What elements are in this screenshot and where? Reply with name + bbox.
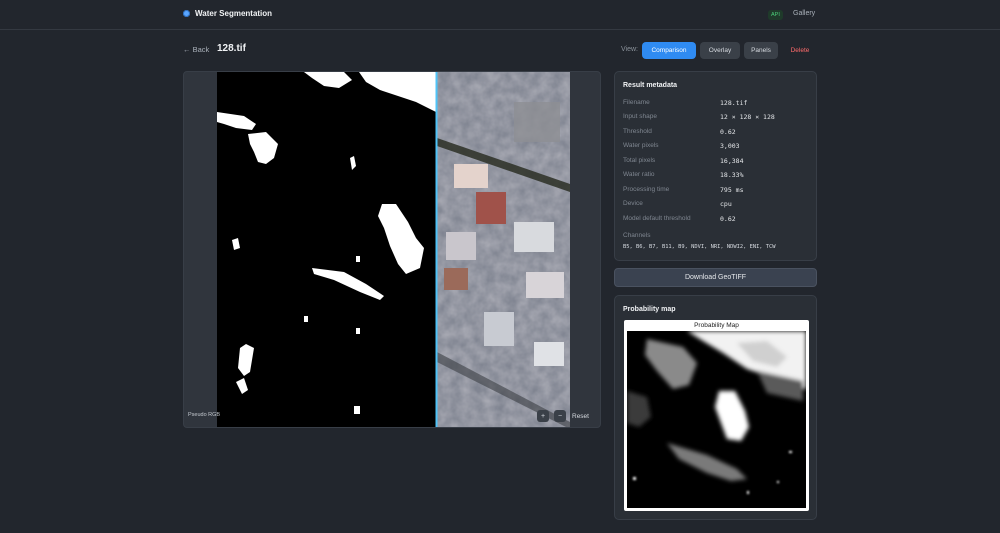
meta-value: 16,384 xyxy=(720,157,744,165)
metadata-title: Result metadata xyxy=(623,82,678,89)
result-metadata-card: Result metadata Filename 128.tif Input s… xyxy=(614,71,817,261)
left-mode-label: Pseudo RGB xyxy=(188,412,221,418)
meta-key: Input shape xyxy=(623,113,657,120)
meta-row-filename: Filename 128.tif xyxy=(623,99,813,111)
reset-zoom-button[interactable]: Reset xyxy=(572,413,589,420)
download-geotiff-button[interactable]: Download GeoTIFF xyxy=(614,268,817,287)
probability-map-image xyxy=(627,331,806,508)
meta-row-threshold: Threshold 0.62 xyxy=(623,128,813,140)
view-comparison-button[interactable]: Comparison xyxy=(642,42,696,59)
app-title: Water Segmentation xyxy=(195,9,273,18)
top-bar: Water Segmentation API Gallery xyxy=(0,0,1000,30)
view-label: View: xyxy=(621,46,638,53)
gallery-link[interactable]: Gallery xyxy=(793,10,815,17)
delete-button[interactable]: Delete xyxy=(783,42,817,59)
meta-row-input-shape: Input shape 12 × 128 × 128 xyxy=(623,113,813,125)
meta-value: 795 ms xyxy=(720,186,744,194)
meta-row-water-pixels: Water pixels 3,003 xyxy=(623,142,813,154)
channels-label: Channels xyxy=(623,232,651,239)
comparison-viewer[interactable]: Pseudo RGB + − Reset xyxy=(183,71,601,428)
meta-row-total-pixels: Total pixels 16,384 xyxy=(623,157,813,169)
meta-key: Threshold xyxy=(623,128,652,135)
meta-key: Total pixels xyxy=(623,157,656,164)
zoom-out-button[interactable]: − xyxy=(554,410,566,422)
channels-value: B5, B6, B7, B11, B9, NDVI, NRI, NDWI2, E… xyxy=(623,244,776,250)
meta-key: Device xyxy=(623,200,643,207)
meta-value: cpu xyxy=(720,200,732,208)
app-brand[interactable]: Water Segmentation xyxy=(183,9,272,18)
meta-value: 3,003 xyxy=(720,142,740,150)
zoom-in-button[interactable]: + xyxy=(537,410,549,422)
meta-value: 12 × 128 × 128 xyxy=(720,113,775,121)
meta-value: 0.62 xyxy=(720,128,736,136)
meta-key: Filename xyxy=(623,99,650,106)
probability-figure-title: Probability Map xyxy=(694,322,739,329)
page-title: 128.tif xyxy=(217,43,246,54)
meta-key: Water pixels xyxy=(623,142,659,149)
meta-row-model-default-threshold: Model default threshold 0.62 xyxy=(623,215,813,227)
probability-title: Probability map xyxy=(623,306,676,313)
probability-figure: Probability Map xyxy=(624,320,809,511)
meta-row-device: Device cpu xyxy=(623,200,813,212)
meta-key: Water ratio xyxy=(623,171,655,178)
meta-key: Processing time xyxy=(623,186,670,193)
meta-row-processing-time: Processing time 795 ms xyxy=(623,186,813,198)
back-link[interactable]: ← Back xyxy=(183,45,209,54)
meta-key: Model default threshold xyxy=(623,215,691,222)
meta-value: 18.33% xyxy=(720,171,744,179)
meta-value: 0.62 xyxy=(720,215,736,223)
meta-row-water-ratio: Water ratio 18.33% xyxy=(623,171,813,183)
comparison-canvas xyxy=(217,72,570,427)
meta-value: 128.tif xyxy=(720,99,748,107)
api-status-badge: API xyxy=(768,10,783,20)
water-drop-icon xyxy=(183,10,190,17)
probability-map-card: Probability map Probability Map xyxy=(614,295,817,520)
view-panels-button[interactable]: Panels xyxy=(744,42,778,59)
view-overlay-button[interactable]: Overlay xyxy=(700,42,740,59)
pseudo-rgb-image xyxy=(437,72,570,427)
